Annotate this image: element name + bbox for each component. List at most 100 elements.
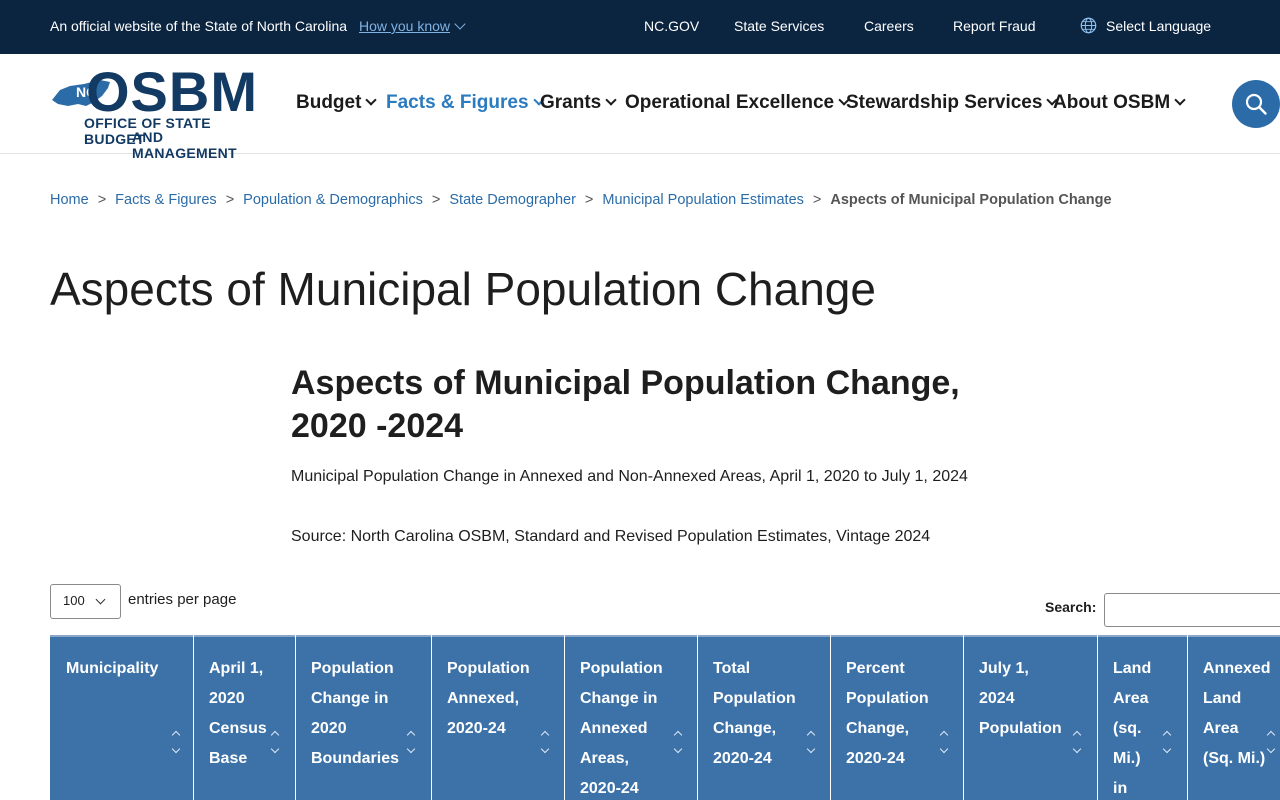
column-header-label: Population (580, 660, 663, 677)
sort-descending-icon (171, 744, 181, 754)
sort-ascending-icon (1266, 730, 1276, 740)
nav-item-grants[interactable]: Grants (540, 92, 617, 114)
site-header: NC OSBM OFFICE OF STATE BUDGET AND MANAG… (0, 54, 1280, 161)
nav-item-stewardship-services[interactable]: Stewardship Services (846, 92, 1059, 114)
sort-ascending-icon (406, 730, 416, 740)
sort-ascending-icon (270, 730, 280, 740)
how-you-know-label: How you know (359, 18, 451, 34)
column-header-label: Population (846, 690, 929, 707)
column-header-label: Municipality (66, 660, 159, 677)
nav-label: Grants (540, 92, 602, 113)
nav-item-about-osbm[interactable]: About OSBM (1053, 92, 1186, 114)
entries-per-page-value: 100 (63, 593, 85, 608)
table-header-row: Municipality April 1, 2020 Census Base Popula… (50, 635, 1280, 800)
column-divider (431, 635, 432, 800)
column-header[interactable]: Total Population Change, 2020-24 (697, 635, 830, 800)
nav-item-budget[interactable]: Budget (296, 92, 378, 114)
sort-descending-icon (1162, 744, 1172, 754)
column-header[interactable]: Annexed Land Area (Sq. Mi.) (1187, 635, 1280, 800)
column-header[interactable]: July 1, 2024 Population (963, 635, 1097, 800)
breadcrumb-separator: > (225, 192, 235, 208)
topbar-link-careers[interactable]: Careers (864, 18, 914, 34)
column-header-label: Census (209, 720, 267, 737)
breadcrumb-separator: > (97, 192, 107, 208)
sort-icon (171, 730, 182, 762)
column-header-label: 2024 (979, 690, 1015, 707)
column-divider (564, 635, 565, 800)
sort-icon (673, 730, 684, 762)
nav-label: About OSBM (1053, 92, 1171, 113)
topbar-link-report-fraud[interactable]: Report Fraud (953, 18, 1035, 34)
sort-ascending-icon (939, 730, 949, 740)
nav-label: Stewardship Services (846, 92, 1043, 113)
table-source: Source: North Carolina OSBM, Standard an… (291, 528, 931, 545)
nav-label: Facts & Figures (386, 92, 529, 113)
column-header[interactable]: Population Change in Annexed Areas, 2020-24 (564, 635, 697, 800)
sort-icon (1266, 730, 1277, 762)
column-header-label: Base (209, 750, 248, 767)
sort-icon (540, 730, 551, 762)
entries-per-page-label: entries per page (128, 591, 237, 608)
page-title: Aspects of Municipal Population Change (50, 263, 876, 315)
column-header-label: Mi.) (1113, 750, 1141, 767)
column-header-label: Percent (846, 660, 905, 677)
breadcrumb-state-demographer[interactable]: State Demographer (449, 192, 576, 208)
topbar-link-state-services[interactable]: State Services (734, 18, 824, 34)
breadcrumb-home[interactable]: Home (50, 192, 89, 208)
column-divider (1097, 635, 1098, 800)
column-divider (1187, 635, 1188, 800)
entries-per-page-select[interactable]: 100 (50, 584, 121, 619)
column-header-label: Population (713, 690, 796, 707)
column-divider (830, 635, 831, 800)
chevron-down-icon (605, 94, 617, 106)
column-header[interactable]: Population Change in 2020 Boundaries (295, 635, 431, 800)
column-header-label: Land (1113, 660, 1152, 677)
column-header[interactable]: Percent Population Change, 2020-24 (830, 635, 963, 800)
column-header-label: Change in (580, 690, 658, 707)
sort-ascending-icon (673, 730, 683, 740)
chevron-down-icon (365, 94, 378, 106)
column-header-label: Population (447, 660, 530, 677)
column-header[interactable]: Population Annexed, 2020-24 (431, 635, 564, 800)
sort-icon (1162, 730, 1173, 762)
breadcrumb-municipal-population-estimates[interactable]: Municipal Population Estimates (602, 192, 804, 208)
nav-item-facts-figures[interactable]: Facts & Figures (386, 92, 545, 114)
sort-icon (1072, 730, 1083, 762)
column-header[interactable]: Municipality (50, 635, 193, 800)
sort-descending-icon (270, 744, 280, 754)
breadcrumb-facts-figures[interactable]: Facts & Figures (115, 192, 217, 208)
chevron-down-icon (454, 18, 466, 30)
nav-item-operational-excellence[interactable]: Operational Excellence (625, 92, 850, 114)
globe-icon (1080, 17, 1097, 34)
sort-icon (270, 730, 281, 762)
official-site-text: An official website of the State of Nort… (50, 18, 348, 34)
column-header[interactable]: Land Area (sq. Mi.) in (1097, 635, 1187, 800)
nav-label: Budget (296, 92, 362, 113)
official-banner: An official website of the State of Nort… (0, 0, 1280, 54)
breadcrumb-population-demographics[interactable]: Population & Demographics (243, 192, 423, 208)
osbm-logo[interactable]: NC OSBM OFFICE OF STATE BUDGET AND MANAG… (50, 64, 272, 161)
nav-label: Operational Excellence (625, 92, 835, 113)
column-header-label: in (1113, 780, 1128, 797)
column-header[interactable]: April 1, 2020 Census Base (193, 635, 295, 800)
chevron-down-icon (1174, 94, 1186, 106)
breadcrumb-separator: > (431, 192, 441, 208)
sort-descending-icon (673, 744, 683, 754)
column-header-label: 2020-24 (580, 780, 639, 797)
how-you-know-toggle[interactable]: How you know (359, 18, 466, 34)
logo-subtitle-line2: AND MANAGEMENT (132, 129, 237, 161)
table-search-input[interactable] (1104, 593, 1280, 627)
site-search-button[interactable] (1232, 80, 1280, 128)
topbar-link-ncgov[interactable]: NC.GOV (644, 18, 699, 34)
column-header-label: 2020 (209, 690, 245, 707)
sort-icon (939, 730, 950, 762)
search-icon (1245, 93, 1267, 115)
select-language-button[interactable]: Select Language (1106, 18, 1211, 34)
column-divider (295, 635, 296, 800)
column-header-label: July 1, (979, 660, 1029, 677)
sort-icon (406, 730, 417, 762)
sort-ascending-icon (806, 730, 816, 740)
sort-ascending-icon (540, 730, 550, 740)
section-title: Aspects of Municipal Population Change, … (291, 364, 960, 445)
column-header-label: Area (1113, 690, 1149, 707)
